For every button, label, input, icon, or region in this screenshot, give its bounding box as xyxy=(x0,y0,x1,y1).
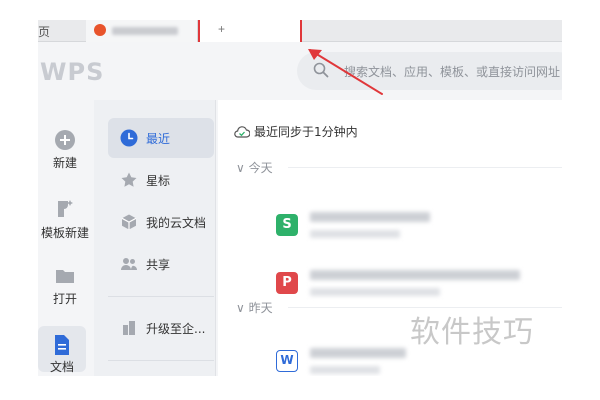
document-icon xyxy=(55,335,69,355)
nav-new[interactable]: 新建 xyxy=(38,130,92,171)
page: 页 + WPS 搜索文档、应用、模板、或直接访问网址 新建 模板新建 打开 文档… xyxy=(0,0,600,400)
tab-wps-home[interactable] xyxy=(86,20,198,42)
people-icon xyxy=(121,258,137,270)
nav-template-new[interactable]: 模板新建 xyxy=(38,198,92,241)
sync-status-text: 最近同步于1分钟内 xyxy=(254,125,358,139)
subnav-starred-label: 星标 xyxy=(146,174,171,188)
cube-icon xyxy=(121,214,137,230)
subnav-recent[interactable]: 最近 xyxy=(108,118,214,158)
group-divider xyxy=(288,167,562,168)
partial-tab-label[interactable]: 页 xyxy=(38,23,50,40)
group-today-label: 今天 xyxy=(248,161,273,175)
wps-tab-logo-icon xyxy=(94,24,106,36)
nav-open[interactable]: 打开 xyxy=(38,266,92,307)
subnav-starred[interactable]: 星标 xyxy=(108,160,214,200)
building-icon xyxy=(123,321,135,335)
sub-nav: 最近 星标 我的云文档 共享 升级至企... xyxy=(94,100,216,376)
word-file-icon: W xyxy=(276,350,298,372)
subnav-upgrade-label: 升级至企... xyxy=(146,322,206,336)
subnav-my-cloud-docs-label: 我的云文档 xyxy=(146,216,207,230)
subnav-divider-bottom xyxy=(108,360,214,361)
chevron-down-icon: ∨ xyxy=(236,301,245,315)
clock-icon xyxy=(120,129,138,147)
nav-new-label: 新建 xyxy=(52,156,77,170)
pdf-file-icon: P xyxy=(276,272,298,294)
nav-document-label: 文档 xyxy=(49,360,74,374)
file-name-blurred xyxy=(310,212,430,222)
subnav-shared[interactable]: 共享 xyxy=(108,244,214,284)
file-path-blurred xyxy=(310,288,440,296)
group-yesterday[interactable]: ∨ 昨天 xyxy=(236,299,273,316)
wps-logo: WPS xyxy=(40,58,105,86)
left-nav: 新建 模板新建 打开 文档 xyxy=(38,100,92,376)
watermark: 软件技巧 xyxy=(410,315,534,350)
subnav-recent-label: 最近 xyxy=(146,132,171,146)
subnav-my-cloud-docs[interactable]: 我的云文档 xyxy=(108,202,214,242)
plus-circle-icon xyxy=(55,130,75,150)
sync-status: 最近同步于1分钟内 xyxy=(234,123,358,140)
star-icon xyxy=(121,172,137,187)
subnav-upgrade-enterprise[interactable]: 升级至企... xyxy=(108,308,214,348)
spreadsheet-file-icon: S xyxy=(276,214,298,236)
file-row[interactable]: S xyxy=(218,202,562,248)
subnav-divider xyxy=(108,296,214,297)
nav-template-label: 模板新建 xyxy=(40,226,89,240)
chevron-down-icon: ∨ xyxy=(236,161,245,175)
folder-icon xyxy=(56,270,74,283)
cloud-sync-icon xyxy=(234,126,251,138)
subnav-shared-label: 共享 xyxy=(146,258,171,272)
file-name-blurred xyxy=(310,270,520,280)
template-icon xyxy=(58,200,73,217)
nav-open-label: 打开 xyxy=(52,292,77,306)
new-tab-plus-icon[interactable]: + xyxy=(218,22,225,36)
file-path-blurred xyxy=(310,366,380,374)
new-tab-highlighted[interactable]: + xyxy=(198,20,302,44)
file-path-blurred xyxy=(310,230,400,238)
group-yesterday-label: 昨天 xyxy=(248,301,273,315)
group-today[interactable]: ∨ 今天 xyxy=(236,159,273,176)
annotation-arrow-icon xyxy=(308,49,383,95)
nav-document[interactable]: 文档 xyxy=(38,326,86,374)
tab-title-blurred xyxy=(112,27,178,35)
file-name-blurred xyxy=(310,348,406,358)
tab-strip: 页 + xyxy=(38,20,562,44)
